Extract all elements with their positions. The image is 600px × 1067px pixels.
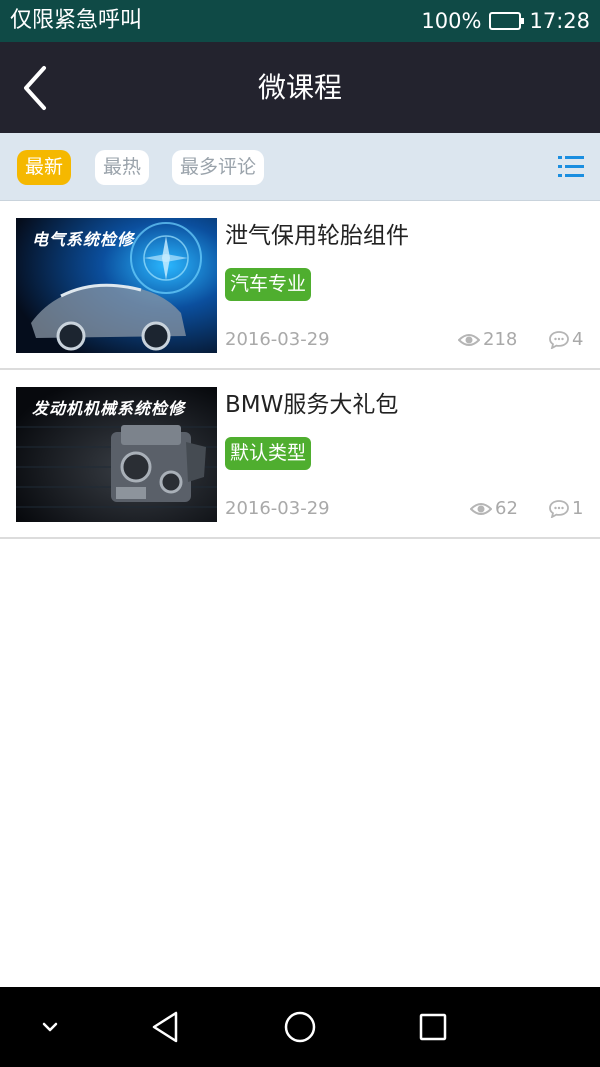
publish-date: 2016-03-29 <box>225 329 330 350</box>
nav-bar: 微课程 <box>0 42 600 133</box>
view-count: 62 <box>470 496 518 522</box>
system-nav-bar <box>0 987 600 1067</box>
course-thumbnail: 发动机机械系统检修 <box>16 387 217 522</box>
course-title: BMW服务大礼包 <box>225 392 399 418</box>
publish-date: 2016-03-29 <box>225 498 330 519</box>
thumbnail-caption: 发动机机械系统检修 <box>32 399 186 418</box>
filter-bar: 最新 最热 最多评论 <box>0 133 600 201</box>
view-count: 218 <box>458 327 517 353</box>
comment-count-value: 4 <box>572 329 584 350</box>
category-tag: 默认类型 <box>225 437 312 470</box>
course-list-item[interactable]: 发动机机械系统检修 BMW服务大礼包 默认类型 2016-03-29 62 1 <box>0 370 600 539</box>
battery-icon <box>489 12 525 30</box>
course-list-item[interactable]: 电气系统检修 泄气保用轮胎组件 汽车专业 2016-03-29 218 4 <box>0 201 600 370</box>
list-icon[interactable] <box>558 154 584 180</box>
view-count-value: 62 <box>495 498 518 519</box>
back-triangle-icon[interactable] <box>146 1007 186 1047</box>
comment-count-value: 1 <box>572 498 584 519</box>
eye-icon <box>458 334 480 346</box>
status-bar: 仅限紧急呼叫 100% 17:28 <box>0 0 600 42</box>
clock: 17:28 <box>529 9 590 33</box>
eye-icon <box>470 503 492 515</box>
recents-square-icon[interactable] <box>413 1007 453 1047</box>
course-thumbnail: 电气系统检修 <box>16 218 217 353</box>
tab-newest[interactable]: 最新 <box>17 150 72 185</box>
comment-count: 4 <box>549 327 583 353</box>
tab-hottest[interactable]: 最热 <box>95 150 150 185</box>
course-title: 泄气保用轮胎组件 <box>225 223 409 249</box>
category-tag: 汽车专业 <box>225 268 312 301</box>
comment-icon <box>549 331 569 349</box>
home-circle-icon[interactable] <box>280 1007 320 1047</box>
comment-icon <box>549 500 569 518</box>
battery-percent: 100% <box>421 9 482 33</box>
status-right: 100% 17:28 <box>421 7 590 35</box>
comment-count: 1 <box>549 496 583 522</box>
carrier-text: 仅限紧急呼叫 <box>10 8 143 33</box>
tab-most-comments[interactable]: 最多评论 <box>172 150 265 185</box>
view-count-value: 218 <box>483 329 518 350</box>
thumbnail-caption: 电气系统检修 <box>32 230 135 249</box>
chevron-down-icon[interactable] <box>30 1007 70 1047</box>
page-title: 微课程 <box>257 71 342 104</box>
